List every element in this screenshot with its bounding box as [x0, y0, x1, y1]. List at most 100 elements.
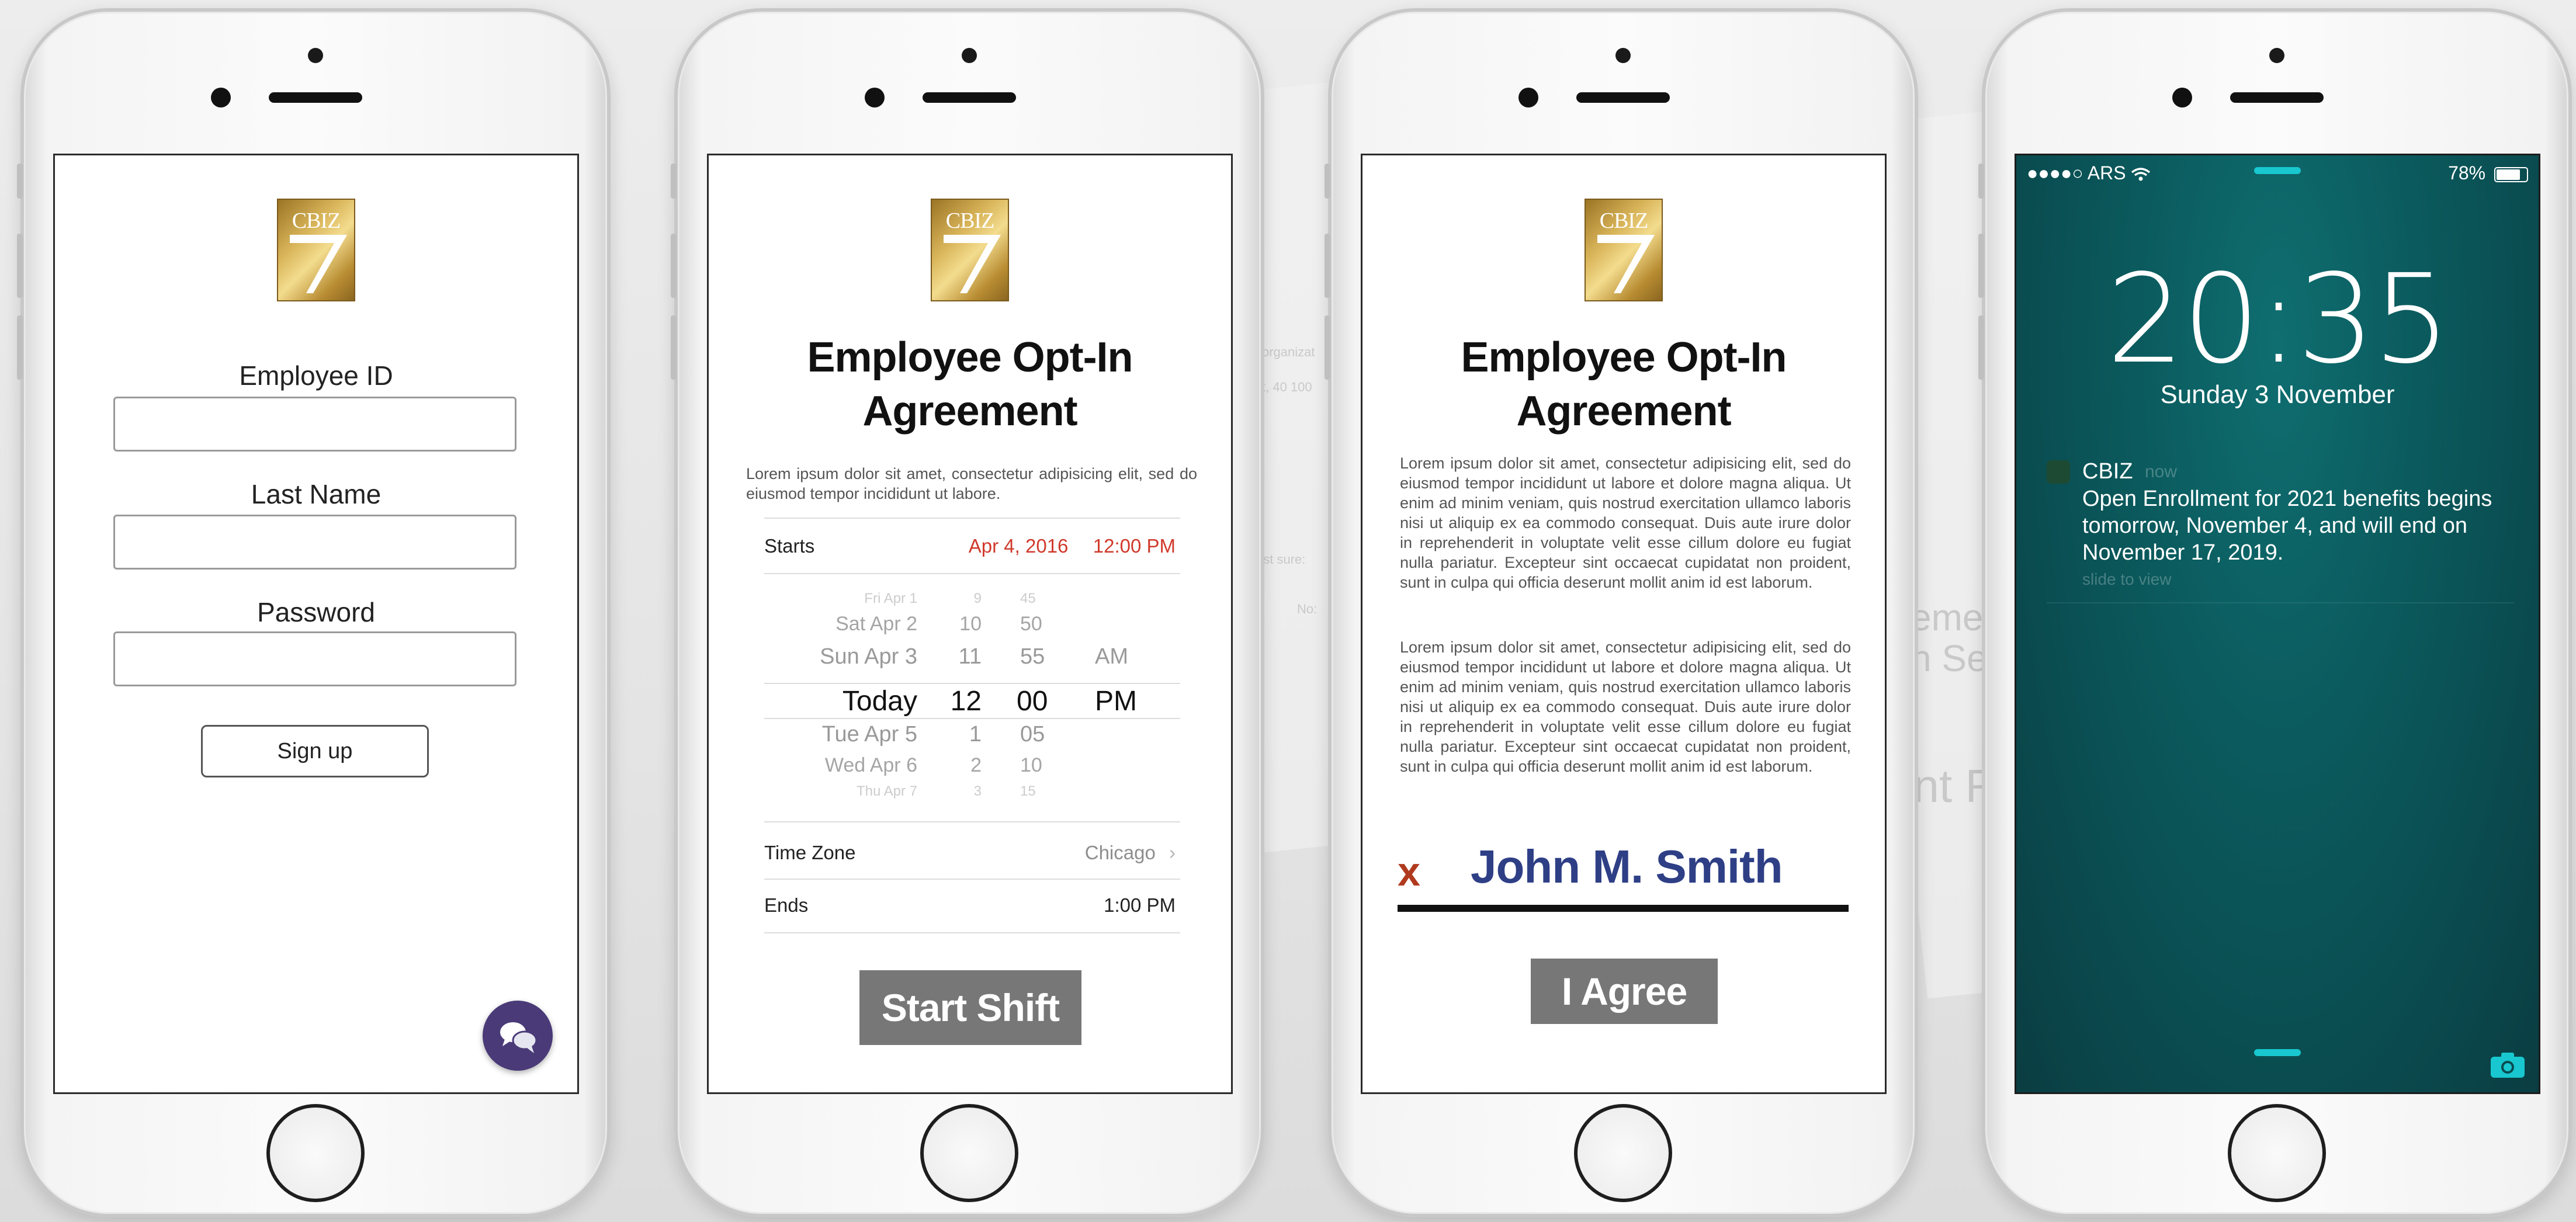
- picker-minute: 10: [1020, 754, 1042, 776]
- picker-minute-selected: 00: [1017, 686, 1048, 717]
- divider: [764, 821, 1180, 822]
- notification-body: Open Enrollment for 2021 benefits begins…: [2082, 487, 2492, 565]
- front-sensor: [2269, 48, 2284, 63]
- shift-screen: CBIZ Employee Opt-In Agreement Lorem ips…: [707, 154, 1233, 1094]
- logo-swoosh-icon: [944, 235, 1001, 293]
- background-text: No:: [1297, 602, 1318, 616]
- time-zone-value[interactable]: Chicago ›: [1085, 842, 1176, 864]
- notification-app-name: CBIZ: [2082, 459, 2133, 484]
- status-carrier: ●●●●○ ARS: [2027, 162, 2151, 184]
- sign-up-button[interactable]: Sign up: [201, 725, 429, 777]
- divider: [764, 879, 1180, 880]
- bottom-grabber[interactable]: [2254, 1049, 2301, 1056]
- title-line: Employee Opt-In: [1461, 334, 1787, 381]
- page-title: Employee Opt-In Agreement: [709, 331, 1231, 438]
- divider: [764, 573, 1180, 574]
- start-shift-button[interactable]: Start Shift: [859, 970, 1081, 1045]
- picker-day-selected: Today: [842, 686, 917, 717]
- phone-lock-screen: ●●●●○ ARS 78% 20:35 Sunday 3 November CB…: [1978, 8, 2572, 1217]
- divider: [764, 518, 1180, 519]
- side-button: [1978, 164, 1984, 199]
- last-name-label: Last Name: [251, 479, 382, 509]
- notification-slide-hint: slide to view: [2082, 570, 2172, 588]
- employee-id-input[interactable]: [113, 397, 516, 452]
- side-button: [17, 164, 23, 199]
- picker-minute: 55: [1020, 644, 1045, 669]
- password-label: Password: [257, 597, 375, 627]
- i-agree-button[interactable]: I Agree: [1531, 959, 1718, 1024]
- earpiece-speaker: [2230, 92, 2324, 103]
- picker-hour: 1: [969, 722, 982, 747]
- ends-value[interactable]: 1:00 PM: [1104, 894, 1176, 916]
- side-button: [671, 315, 677, 380]
- home-button[interactable]: [920, 1104, 1018, 1202]
- last-name-input[interactable]: [113, 515, 516, 570]
- notification-time: now: [2145, 462, 2178, 481]
- front-sensor: [962, 48, 977, 63]
- home-button[interactable]: [2228, 1104, 2326, 1202]
- side-button: [1325, 315, 1330, 380]
- logo-swoosh-icon: [1597, 235, 1655, 293]
- front-camera: [2172, 88, 2192, 107]
- chat-button[interactable]: [483, 1001, 553, 1071]
- logo-swoosh-icon: [290, 235, 347, 293]
- picker-minute: 15: [1020, 783, 1036, 799]
- front-sensor: [308, 48, 323, 63]
- login-screen: CBIZ Employee ID Last Name Password Sign…: [53, 154, 579, 1094]
- picker-day: Sun Apr 3: [820, 644, 917, 669]
- earpiece-speaker: [269, 92, 362, 103]
- camera-icon[interactable]: [2490, 1051, 2526, 1082]
- phone-start-shift: CBIZ Employee Opt-In Agreement Lorem ips…: [671, 8, 1264, 1217]
- ends-label: Ends: [764, 894, 809, 916]
- date-time-picker[interactable]: Fri Apr 1 Sat Apr 2 Sun Apr 3 Today Tue …: [764, 591, 1180, 807]
- front-sensor: [1615, 48, 1631, 63]
- picker-minute: 05: [1020, 722, 1045, 747]
- chevron-right-icon: ›: [1169, 842, 1176, 863]
- intro-text: Lorem ipsum dolor sit amet, consectetur …: [746, 465, 1197, 502]
- picker-day: Wed Apr 6: [824, 754, 917, 776]
- picker-day: Thu Apr 7: [856, 783, 917, 799]
- cbiz-logo: CBIZ: [1585, 199, 1663, 301]
- earpiece-speaker: [1576, 92, 1670, 103]
- lock-screen: ●●●●○ ARS 78% 20:35 Sunday 3 November CB…: [2015, 154, 2540, 1094]
- signature-name[interactable]: John M. Smith: [1471, 840, 1783, 894]
- side-button: [1325, 164, 1330, 199]
- picker-day: Fri Apr 1: [864, 591, 917, 606]
- notification-divider: [2047, 602, 2514, 603]
- starts-value[interactable]: Apr 4, 2016 12:00 PM: [969, 535, 1176, 557]
- picker-ampm: AM: [1095, 644, 1128, 669]
- starts-date: Apr 4, 2016: [968, 535, 1069, 557]
- picker-hour: 2: [970, 754, 982, 776]
- time-zone-city: Chicago: [1084, 842, 1156, 863]
- agreement-screen: CBIZ Employee Opt-In Agreement Lorem ips…: [1361, 154, 1887, 1094]
- carrier-text: ●●●●○ ARS: [2027, 162, 2126, 183]
- lock-date: Sunday 3 November: [2160, 380, 2395, 409]
- lock-time: 20:35: [2106, 248, 2450, 391]
- title-line: Employee Opt-In: [807, 334, 1133, 381]
- starts-label: Starts: [764, 535, 815, 557]
- side-button: [17, 234, 23, 298]
- picker-hour: 9: [973, 591, 982, 606]
- starts-time: 12:00 PM: [1093, 535, 1176, 557]
- cbiz-app-icon: [2047, 460, 2070, 484]
- cbiz-logo: CBIZ: [931, 199, 1009, 301]
- home-button[interactable]: [266, 1104, 365, 1202]
- top-grabber[interactable]: [2254, 167, 2301, 174]
- background-text: eme: [1911, 596, 1984, 638]
- battery-icon: [2494, 166, 2528, 182]
- employee-id-label: Employee ID: [239, 360, 393, 391]
- agreement-paragraph: Lorem ipsum dolor sit amet, consectetur …: [1400, 638, 1851, 775]
- picker-day: Tue Apr 5: [821, 722, 917, 747]
- password-input[interactable]: [113, 631, 516, 686]
- agreement-paragraph: Lorem ipsum dolor sit amet, consectetur …: [1400, 454, 1851, 591]
- home-button[interactable]: [1574, 1104, 1672, 1202]
- picker-hour-selected: 12: [950, 686, 982, 717]
- side-button: [671, 234, 677, 298]
- signature-mark: x: [1398, 849, 1420, 894]
- wifi-icon: [2131, 162, 2151, 183]
- time-zone-label: Time Zone: [764, 842, 856, 863]
- battery-percent: 78%: [2448, 162, 2486, 183]
- side-button: [1325, 234, 1330, 298]
- picker-day: Sat Apr 2: [835, 613, 917, 635]
- front-camera: [1518, 88, 1538, 107]
